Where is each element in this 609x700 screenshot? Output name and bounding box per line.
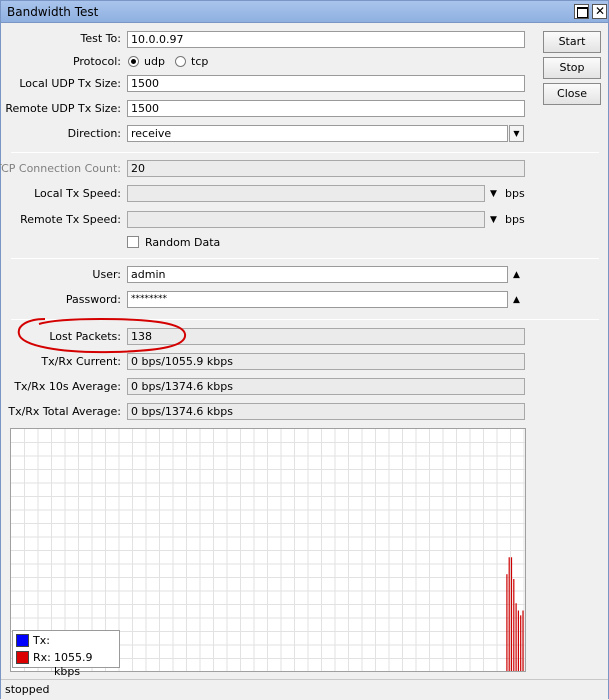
tx-rx-10s-average-value: 0 bps/1374.6 kbps <box>127 378 525 395</box>
test-to-label: Test To: <box>80 32 121 45</box>
test-to-input[interactable]: 10.0.0.97 <box>127 31 525 48</box>
separator <box>11 152 599 153</box>
tx-rx-total-average-label: Tx/Rx Total Average: <box>8 405 121 418</box>
close-icon[interactable]: ✕ <box>592 4 607 19</box>
tx-rx-10s-average-label: Tx/Rx 10s Average: <box>14 380 121 393</box>
user-label: User: <box>92 268 121 281</box>
local-udp-tx-size-label: Local UDP Tx Size: <box>19 77 121 90</box>
local-tx-speed-unit: bps <box>505 187 525 200</box>
legend-rx-value: 1055.9 kbps <box>54 651 93 678</box>
password-collapse-icon[interactable]: ▲ <box>513 294 520 306</box>
local-tx-speed-input[interactable] <box>127 185 485 202</box>
lost-packets-value: 138 <box>127 328 525 345</box>
remote-udp-tx-size-input[interactable]: 1500 <box>127 100 525 117</box>
remote-tx-speed-input[interactable] <box>127 211 485 228</box>
stop-button[interactable]: Stop <box>543 57 601 79</box>
user-collapse-icon[interactable]: ▲ <box>513 269 520 281</box>
remote-tx-speed-unit: bps <box>505 213 525 226</box>
password-label: Password: <box>65 293 121 306</box>
protocol-udp-radio[interactable] <box>128 56 139 67</box>
start-button[interactable]: Start <box>543 31 601 53</box>
protocol-tcp-label: tcp <box>191 55 209 68</box>
direction-select[interactable]: receive <box>127 125 508 142</box>
tx-rx-current-label: Tx/Rx Current: <box>41 355 121 368</box>
lost-packets-label: Lost Packets: <box>49 330 121 343</box>
random-data-checkbox[interactable] <box>127 236 139 248</box>
legend-rx-label: Rx: <box>33 651 51 664</box>
tcp-connection-count-label: TCP Connection Count: <box>0 162 121 175</box>
separator <box>11 319 599 320</box>
graph-legend: Tx: Rx: 1055.9 kbps <box>12 630 120 678</box>
tx-swatch <box>16 634 29 647</box>
tx-rx-total-average-value: 0 bps/1374.6 kbps <box>127 403 525 420</box>
user-input[interactable]: admin <box>127 266 508 283</box>
local-tx-speed-label: Local Tx Speed: <box>34 187 121 200</box>
remote-tx-speed-dropdown-icon[interactable]: ▼ <box>490 214 497 226</box>
bandwidth-test-window: Bandwidth Test ✕ Start Stop Close Test T… <box>0 0 609 699</box>
maximize-icon[interactable] <box>574 4 589 19</box>
direction-dropdown-icon[interactable]: ▼ <box>509 125 524 142</box>
password-input[interactable]: ******** <box>127 291 508 308</box>
status-text: stopped <box>5 683 50 696</box>
remote-udp-tx-size-label: Remote UDP Tx Size: <box>5 102 121 115</box>
remote-tx-speed-label: Remote Tx Speed: <box>20 213 121 226</box>
protocol-udp-label: udp <box>144 55 165 68</box>
tcp-connection-count-input[interactable]: 20 <box>127 160 525 177</box>
local-tx-speed-dropdown-icon[interactable]: ▼ <box>490 188 497 200</box>
protocol-tcp-radio[interactable] <box>175 56 186 67</box>
protocol-label: Protocol: <box>72 55 121 68</box>
direction-label: Direction: <box>67 127 121 140</box>
title-bar: Bandwidth Test ✕ <box>1 1 608 23</box>
local-udp-tx-size-input[interactable]: 1500 <box>127 75 525 92</box>
status-bar: stopped <box>1 679 608 699</box>
random-data-label: Random Data <box>145 236 221 249</box>
window-title: Bandwidth Test <box>7 5 99 19</box>
close-button[interactable]: Close <box>543 83 601 105</box>
separator <box>11 258 599 259</box>
rx-swatch <box>16 651 29 664</box>
legend-tx-label: Tx: <box>33 634 50 647</box>
tx-rx-current-value: 0 bps/1055.9 kbps <box>127 353 525 370</box>
